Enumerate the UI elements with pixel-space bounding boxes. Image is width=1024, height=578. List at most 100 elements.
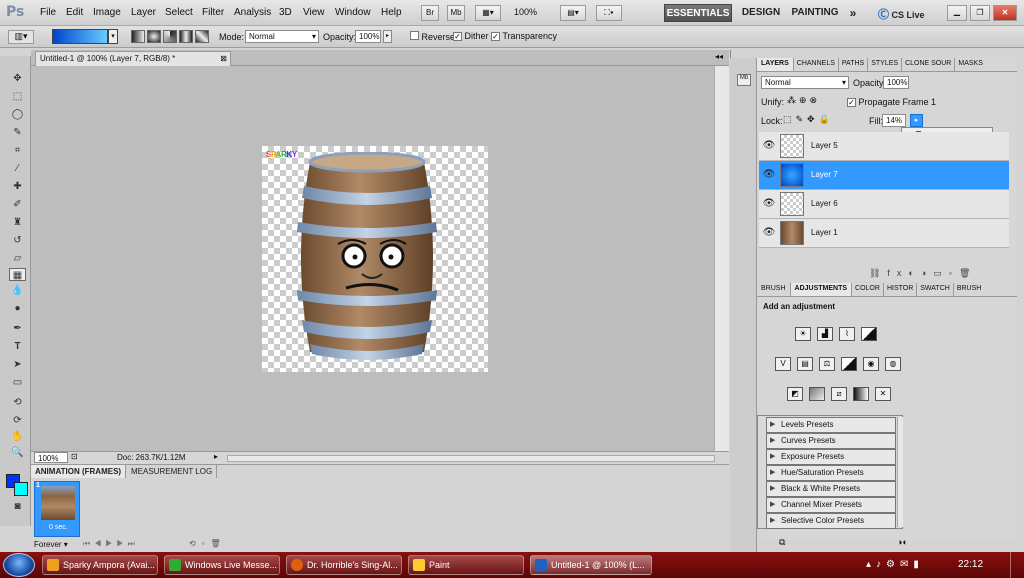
vertical-scrollbar[interactable] <box>714 66 729 451</box>
zoom-level[interactable]: 100% <box>514 7 537 17</box>
workspace-design[interactable]: DESIGN <box>736 4 786 22</box>
layer-row-7[interactable]: 👁 Layer 7 <box>759 161 1009 190</box>
menu-layer[interactable]: Layer <box>131 7 156 18</box>
gradient-map-icon[interactable] <box>853 387 869 401</box>
crop-tool-icon[interactable]: ⌗ <box>9 144 26 157</box>
menu-edit[interactable]: Edit <box>66 7 83 18</box>
dodge-tool-icon[interactable]: ● <box>9 302 26 315</box>
gradient-picker[interactable] <box>52 29 108 44</box>
gradient-tool-icon[interactable]: ▦ <box>9 268 26 281</box>
tab-brush[interactable]: BRUSH <box>757 283 791 296</box>
transparency-option[interactable]: ✓ Transparency <box>491 31 557 41</box>
opacity-slider-arrow[interactable]: ▸ <box>383 30 392 43</box>
frame-action-icons[interactable]: ⟲▫🗑 <box>189 539 227 548</box>
clone-stamp-tool-icon[interactable]: ♜ <box>9 216 26 229</box>
taskbar-item-1[interactable]: Sparky Ampora (Avai... <box>42 555 158 575</box>
background-color-swatch[interactable] <box>14 482 28 496</box>
marquee-tool-icon[interactable]: ⬚ <box>9 90 26 103</box>
minimize-button[interactable]: ▁ <box>947 5 967 21</box>
photo-filter-icon[interactable]: ◉ <box>863 357 879 371</box>
workspace-painting[interactable]: PAINTING <box>790 4 840 22</box>
blur-tool-icon[interactable]: 💧 <box>9 284 26 297</box>
fill-input[interactable]: 14% <box>882 114 906 127</box>
selective-color-icon[interactable]: ✕ <box>875 387 891 401</box>
pen-tool-icon[interactable]: ✒ <box>9 322 26 335</box>
tab-brush-presets[interactable]: BRUSH <box>954 283 985 296</box>
brush-tool-icon[interactable]: ✐ <box>9 198 26 211</box>
layer-action-icons[interactable]: ⛓fx◐◑▭▫🗑 <box>869 268 977 279</box>
black-white-icon[interactable] <box>841 357 857 371</box>
close-button[interactable]: ✕ <box>993 5 1017 21</box>
status-menu-arrow[interactable]: ▸ <box>214 452 218 461</box>
preset-black-white[interactable]: Black & White Presets <box>766 481 896 497</box>
lock-icons[interactable]: ⬚✎✥🔒 <box>783 114 834 125</box>
eye-icon[interactable]: 👁 <box>762 140 776 152</box>
tab-measurement-log[interactable]: MEASUREMENT LOG <box>127 465 218 478</box>
quick-mask-icon[interactable]: ◙ <box>9 500 26 513</box>
tab-layers[interactable]: LAYERS <box>757 58 794 71</box>
arrange-documents-button[interactable]: ▤▾ <box>560 5 586 21</box>
color-balance-icon[interactable]: ⚖ <box>819 357 835 371</box>
chevron-down-icon[interactable]: ▾ <box>108 29 118 44</box>
preset-exposure[interactable]: Exposure Presets <box>766 449 896 465</box>
reverse-option[interactable]: Reverse <box>410 31 455 42</box>
hand-tool-icon[interactable]: ✋ <box>9 430 26 443</box>
layer-row-1[interactable]: 👁 Layer 1 <box>759 219 1009 248</box>
posterize-icon[interactable] <box>809 387 825 401</box>
screen-mode-button[interactable]: ⛶▾ <box>596 5 622 21</box>
playback-controls[interactable]: ⏮◀▶▶⏭ <box>83 539 139 549</box>
preset-levels[interactable]: Levels Presets <box>766 417 896 433</box>
eye-icon[interactable]: 👁 <box>762 198 776 210</box>
reverse-checkbox[interactable] <box>410 31 419 40</box>
adjustments-footer-icon[interactable]: ⧉ <box>779 537 785 548</box>
transparency-checkbox[interactable]: ✓ <box>491 32 500 41</box>
start-button-icon[interactable] <box>3 553 35 577</box>
layer-row-5[interactable]: 👁 Layer 5 <box>759 132 1009 161</box>
preset-curves[interactable]: Curves Presets <box>766 433 896 449</box>
invert-icon[interactable]: ◩ <box>787 387 803 401</box>
document-tab[interactable]: Untitled-1 @ 100% (Layer 7, RGB/8) * ⊠ <box>35 51 231 66</box>
menu-view[interactable]: View <box>303 7 325 18</box>
panel-collapse-icon[interactable]: ◂◂ <box>715 52 723 61</box>
tab-channels[interactable]: CHANNELS <box>794 58 839 71</box>
shape-tool-icon[interactable]: ▭ <box>9 376 26 389</box>
preset-selective-color[interactable]: Selective Color Presets <box>766 513 896 529</box>
menu-analysis[interactable]: Analysis <box>234 7 271 18</box>
mini-bridge-button[interactable]: Mb <box>447 5 465 21</box>
linear-gradient-icon[interactable] <box>131 30 145 43</box>
tab-animation-frames[interactable]: ANIMATION (FRAMES) <box>31 465 127 478</box>
threshold-icon[interactable]: ⧄ <box>831 387 847 401</box>
taskbar-item-5[interactable]: Untitled-1 @ 100% (L... <box>530 555 652 575</box>
menu-window[interactable]: Window <box>335 7 371 18</box>
lasso-tool-icon[interactable]: ◯ <box>9 108 26 121</box>
healing-brush-tool-icon[interactable]: ✚ <box>9 180 26 193</box>
taskbar-item-3[interactable]: Dr. Horrible's Sing-Al... <box>286 555 402 575</box>
horizontal-scrollbar[interactable] <box>227 455 715 462</box>
diamond-gradient-icon[interactable] <box>195 30 209 43</box>
view-extras-button[interactable]: ▦▾ <box>475 5 501 21</box>
menu-select[interactable]: Select <box>165 7 193 18</box>
menu-image[interactable]: Image <box>93 7 121 18</box>
system-tray-icons[interactable]: ▴♪⚙✉▮ <box>866 559 924 570</box>
adjustments-footer-icons[interactable]: ◑◐ <box>897 537 908 547</box>
cs-live-button[interactable]: Ⓒ CS Live <box>878 6 936 21</box>
tab-color[interactable]: COLOR <box>852 283 884 296</box>
unify-icons[interactable]: ⁂⊕⊗ <box>787 95 820 106</box>
preset-channel-mixer[interactable]: Channel Mixer Presets <box>766 497 896 513</box>
history-brush-tool-icon[interactable]: ↺ <box>9 234 26 247</box>
3d-rotate-tool-icon[interactable]: ⟲ <box>9 396 26 409</box>
status-icon[interactable]: ⊡ <box>71 452 78 461</box>
menu-3d[interactable]: 3D <box>279 7 292 18</box>
tab-masks[interactable]: MASKS <box>955 58 986 71</box>
zoom-field[interactable]: 100% <box>34 452 68 463</box>
taskbar-item-2[interactable]: Windows Live Messe... <box>164 555 280 575</box>
tab-paths[interactable]: PATHS <box>839 58 869 71</box>
eye-icon[interactable]: 👁 <box>762 227 776 239</box>
dither-option[interactable]: ✓ Dither <box>453 31 489 41</box>
tab-adjustments[interactable]: ADJUSTMENTS <box>790 283 853 296</box>
radial-gradient-icon[interactable] <box>147 30 161 43</box>
frame-delay[interactable]: 0 sec. <box>49 524 68 531</box>
channel-mixer-icon[interactable]: ◍ <box>885 357 901 371</box>
workspace-essentials[interactable]: ESSENTIALS <box>664 4 732 22</box>
menu-filter[interactable]: Filter <box>202 7 224 18</box>
